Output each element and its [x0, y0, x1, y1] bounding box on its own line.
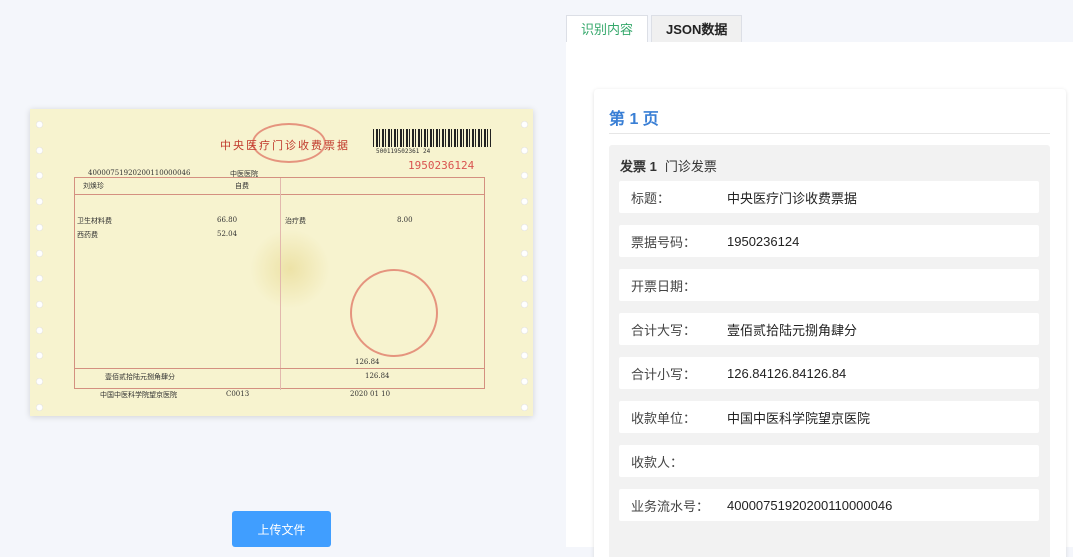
field-row-flow-number: 业务流水号： 40000751920200110000046 [619, 489, 1039, 521]
page-title: 第 1 页 [609, 111, 659, 128]
section-index: 发票 1 [620, 159, 657, 174]
field-key: 收款人： [631, 454, 684, 470]
field-value: 中央医疗门诊收费票据 [727, 190, 858, 206]
item-name: 卫生材料费 [77, 217, 112, 225]
divider [609, 133, 1050, 134]
flow-number-text: 40000751920200110000046 [88, 169, 191, 177]
total-number: 126.84 [355, 358, 380, 366]
field-key: 合计小写： [631, 366, 697, 382]
field-row-payee: 收款人： [619, 445, 1039, 477]
tab-json-data[interactable]: JSON数据 [651, 15, 743, 43]
barcode [373, 129, 491, 147]
field-key: 合计大写： [631, 322, 697, 338]
field-value: 1950236124 [727, 233, 800, 249]
field-value: 壹佰贰拾陆元捌角肆分 [727, 322, 858, 338]
upload-file-button[interactable]: 上传文件 [232, 511, 331, 547]
field-list: 标题： 中央医疗门诊收费票据 票据号码： 1950236124 开票日期： 合计… [619, 181, 1039, 533]
date-text: 2020 01 10 [350, 390, 391, 398]
item-name: 西药费 [77, 231, 98, 239]
field-row-total-upper: 合计大写： 壹佰贰拾陆元捌角肆分 [619, 313, 1039, 345]
field-key: 开票日期： [631, 278, 697, 294]
result-tabs: 识别内容 JSON数据 [566, 15, 743, 43]
section-type: 门诊发票 [664, 159, 717, 174]
field-value: 126.84126.84126.84 [727, 365, 847, 381]
field-value: 中国中医科学院望京医院 [727, 410, 871, 426]
payee-text: 中国中医科学院望京医院 [100, 391, 177, 399]
invoice-image: 中央医疗门诊收费票据 500119502361 24 1950236124 40… [30, 109, 533, 416]
result-panel: 第 1 页 发票 1 门诊发票 标题： 中央医疗门诊收费票据 票据号码： 1950… [566, 42, 1073, 557]
field-key: 收款单位： [631, 410, 697, 426]
total-upper: 壹佰贰拾陆元捌角肆分 [105, 373, 175, 381]
perforation-left [36, 121, 44, 411]
field-key: 业务流水号： [631, 498, 710, 514]
invoice-title: 中央医疗门诊收费票据 [220, 139, 350, 152]
field-key: 票据号码： [631, 234, 697, 250]
section-title: 发票 1 门诊发票 [620, 156, 717, 175]
page-card: 第 1 页 发票 1 门诊发票 标题： 中央医疗门诊收费票据 票据号码： 1950… [594, 89, 1066, 557]
item-amount: 52.04 [217, 230, 238, 238]
field-row-invoice-number: 票据号码： 1950236124 [619, 225, 1039, 257]
treatment-amount: 8.00 [397, 216, 413, 224]
field-row-payee-unit: 收款单位： 中国中医科学院望京医院 [619, 401, 1039, 433]
invoice-number: 1950236124 [408, 159, 475, 172]
field-row-total-lower: 合计小写： 126.84126.84126.84 [619, 357, 1039, 389]
field-row-issue-date: 开票日期： [619, 269, 1039, 301]
field-value: 40000751920200110000046 [727, 497, 893, 513]
invoice-section: 发票 1 门诊发票 标题： 中央医疗门诊收费票据 票据号码： 1950236124… [609, 145, 1050, 557]
code-text: C0013 [226, 390, 250, 398]
perforation-right [521, 121, 529, 411]
insurance-text: 自费 [235, 182, 249, 190]
field-row-title: 标题： 中央医疗门诊收费票据 [619, 181, 1039, 213]
tab-recognized-content[interactable]: 识别内容 [566, 15, 649, 43]
seal-stamp [350, 269, 438, 357]
item-amount: 66.80 [217, 216, 238, 224]
patient-text: 刘焕珍 [83, 182, 104, 190]
treatment-label: 治疗费 [285, 217, 306, 225]
total-number-bottom: 126.84 [365, 372, 390, 380]
field-key: 标题： [631, 190, 671, 206]
barcode-number: 500119502361 24 [376, 148, 431, 155]
